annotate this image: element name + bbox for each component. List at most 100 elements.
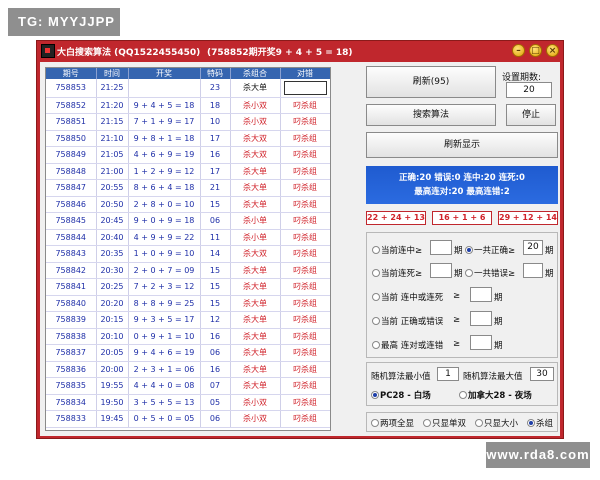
- show-big-small-radio[interactable]: [475, 419, 483, 427]
- cell-draw: 2 + 3 + 1 = 06: [128, 361, 201, 378]
- show-both-radio[interactable]: [371, 419, 379, 427]
- show-both-label: 两项全显: [380, 419, 415, 429]
- table-row[interactable]: 758849 21:05 4 + 6 + 9 = 19 16 杀大双 叼杀组: [46, 146, 330, 164]
- table-row[interactable]: 758838 20:10 0 + 9 + 1 = 10 16 杀大单 叼杀组: [46, 328, 330, 345]
- random-max-label: 随机算法最大值: [463, 372, 523, 382]
- refresh-button[interactable]: 刷新(95): [366, 66, 496, 98]
- canada28-radio[interactable]: [459, 391, 467, 399]
- period-input[interactable]: 20: [506, 82, 552, 98]
- random-max-input[interactable]: 30: [530, 367, 554, 381]
- cell-kill: 杀大双: [230, 130, 281, 147]
- header-draw[interactable]: 开奖: [128, 68, 201, 79]
- cell-code: 16: [200, 361, 231, 378]
- results-table[interactable]: 期号 时间 开奖 特码 杀组合 对错 758853 21:25 23 杀大单 75885…: [45, 67, 331, 431]
- filter-win-or-lose-input[interactable]: [470, 287, 492, 302]
- cell-result: 叼杀组: [280, 146, 330, 164]
- table-row[interactable]: 758848 21:00 1 + 2 + 9 = 12 17 杀大单 叼杀组: [46, 163, 330, 180]
- filter-max-pair-radio[interactable]: [372, 341, 380, 349]
- filter-streak-win-input[interactable]: [430, 240, 452, 255]
- table-row[interactable]: 758845 20:45 9 + 0 + 9 = 18 06 杀小单 叼杀组: [46, 212, 330, 230]
- table-row[interactable]: 758846 20:50 2 + 8 + 0 = 10 15 杀大单 叼杀组: [46, 196, 330, 213]
- cell-issue: 758850: [46, 130, 97, 147]
- cell-result: 叼杀组: [280, 394, 330, 411]
- cell-draw: 7 + 1 + 9 = 17: [128, 113, 201, 131]
- cell-result: 叼杀组: [280, 410, 330, 428]
- filter-win-or-lose-radio[interactable]: [372, 293, 380, 301]
- client-area: 期号 时间 开奖 特码 杀组合 对错 758853 21:25 23 杀大单 75885…: [40, 62, 560, 436]
- cell-time: 21:15: [96, 113, 129, 131]
- cell-result: 叼杀组: [280, 328, 330, 345]
- cell-issue: 758843: [46, 245, 97, 263]
- filter-total-correct-radio[interactable]: [465, 246, 473, 254]
- cell-kill: 杀大单: [230, 196, 281, 213]
- filter-streak-lose-radio[interactable]: [372, 269, 380, 277]
- filter-total-wrong-radio[interactable]: [465, 269, 473, 277]
- show-odd-even-radio[interactable]: [423, 419, 431, 427]
- header-code[interactable]: 特码: [200, 68, 231, 79]
- unit-label: 期: [545, 246, 554, 256]
- filter-total-correct-label: 一共正确≥: [474, 246, 516, 256]
- filter-max-pair-label: 最高 连对或连错: [381, 341, 444, 351]
- refresh-display-button[interactable]: 刷新显示: [366, 132, 558, 158]
- cell-code: 14: [200, 245, 231, 263]
- stop-button[interactable]: 停止: [506, 104, 556, 126]
- cell-draw: 4 + 4 + 0 = 08: [128, 377, 201, 395]
- table-row[interactable]: 758853 21:25 23 杀大单: [46, 79, 330, 98]
- table-row[interactable]: 758837 20:05 9 + 4 + 6 = 19 06 杀大单 叼杀组: [46, 344, 330, 362]
- cell-issue: 758837: [46, 344, 97, 362]
- cell-kill: 杀大单: [230, 361, 281, 378]
- cell-kill: 杀大单: [230, 328, 281, 345]
- header-kill[interactable]: 杀组合: [230, 68, 281, 79]
- minimize-button[interactable]: –: [512, 44, 525, 57]
- cell-code: 05: [200, 394, 231, 411]
- cell-kill: 杀小双: [230, 113, 281, 131]
- issue-info: (758852期开奖9 + 4 + 5 = 18): [207, 48, 353, 58]
- table-row[interactable]: 758850 21:10 9 + 8 + 1 = 18 17 杀大双 叼杀组: [46, 130, 330, 147]
- search-algorithm-button[interactable]: 搜索算法: [366, 104, 496, 126]
- table-row[interactable]: 758842 20:30 2 + 0 + 7 = 09 15 杀大单 叼杀组: [46, 262, 330, 279]
- table-row[interactable]: 758834 19:50 3 + 5 + 5 = 13 05 杀小双 叼杀组: [46, 394, 330, 411]
- table-row[interactable]: 758833 19:45 0 + 5 + 0 = 05 06 杀小双 叼杀组: [46, 410, 330, 428]
- cell-result: 叼杀组: [280, 295, 330, 312]
- close-button[interactable]: ×: [546, 44, 559, 57]
- header-issue[interactable]: 期号: [46, 68, 97, 79]
- table-row[interactable]: 758840 20:20 8 + 8 + 9 = 25 15 杀大单 叼杀组: [46, 295, 330, 312]
- header-result[interactable]: 对错: [280, 68, 330, 79]
- filter-win-or-lose-label: 当前 连中或连死: [381, 293, 444, 303]
- header-time[interactable]: 时间: [96, 68, 129, 79]
- cell-time: 20:40: [96, 229, 129, 246]
- show-big-small-label: 只显大小: [484, 419, 519, 429]
- cell-time: 21:10: [96, 130, 129, 147]
- canada28-label: 加拿大28 - 夜场: [468, 391, 532, 401]
- filter-max-pair-input[interactable]: [470, 335, 492, 350]
- maximize-button[interactable]: □: [529, 44, 542, 57]
- table-row[interactable]: 758836 20:00 2 + 3 + 1 = 06 16 杀大单 叼杀组: [46, 361, 330, 378]
- cell-draw: 9 + 4 + 5 = 18: [128, 97, 201, 114]
- cell-code: 16: [200, 328, 231, 345]
- result-edit-box[interactable]: [283, 80, 327, 95]
- random-min-input[interactable]: 1: [437, 367, 459, 381]
- table-row[interactable]: 758851 21:15 7 + 1 + 9 = 17 10 杀小双 叼杀组: [46, 113, 330, 131]
- table-row[interactable]: 758839 20:15 9 + 3 + 5 = 17 12 杀大单 叼杀组: [46, 311, 330, 329]
- ge-label: ≥: [453, 291, 461, 301]
- cell-kill: 杀小单: [230, 229, 281, 246]
- cell-issue: 758849: [46, 146, 97, 164]
- filter-correct-or-wrong-radio[interactable]: [372, 317, 380, 325]
- table-row[interactable]: 758843 20:35 1 + 0 + 9 = 10 14 杀大双 叼杀组: [46, 245, 330, 263]
- filter-correct-or-wrong-input[interactable]: [470, 311, 492, 326]
- table-row[interactable]: 758844 20:40 4 + 9 + 9 = 22 11 杀小单 叼杀组: [46, 229, 330, 246]
- kill-group-radio[interactable]: [527, 419, 535, 427]
- table-row[interactable]: 758835 19:55 4 + 4 + 0 = 08 07 杀大单 叼杀组: [46, 377, 330, 395]
- table-row[interactable]: 758852 21:20 9 + 4 + 5 = 18 18 杀小双 叼杀组: [46, 97, 330, 114]
- table-row[interactable]: 758841 20:25 7 + 2 + 3 = 12 15 杀大单 叼杀组: [46, 278, 330, 296]
- pc28-radio[interactable]: [371, 391, 379, 399]
- filter-streak-lose-input[interactable]: [430, 263, 452, 278]
- filter-total-wrong-input[interactable]: [523, 263, 543, 278]
- cell-time: 20:05: [96, 344, 129, 362]
- table-row[interactable]: 758847 20:55 8 + 6 + 4 = 18 21 杀大单 叼杀组: [46, 179, 330, 197]
- filter-total-correct-input[interactable]: 20: [523, 240, 543, 255]
- filter-streak-win-radio[interactable]: [372, 246, 380, 254]
- cell-issue: 758836: [46, 361, 97, 378]
- cell-time: 20:00: [96, 361, 129, 378]
- app-window: 大白搜索算法 (QQ1522455450) (758852期开奖9 + 4 + …: [36, 40, 564, 439]
